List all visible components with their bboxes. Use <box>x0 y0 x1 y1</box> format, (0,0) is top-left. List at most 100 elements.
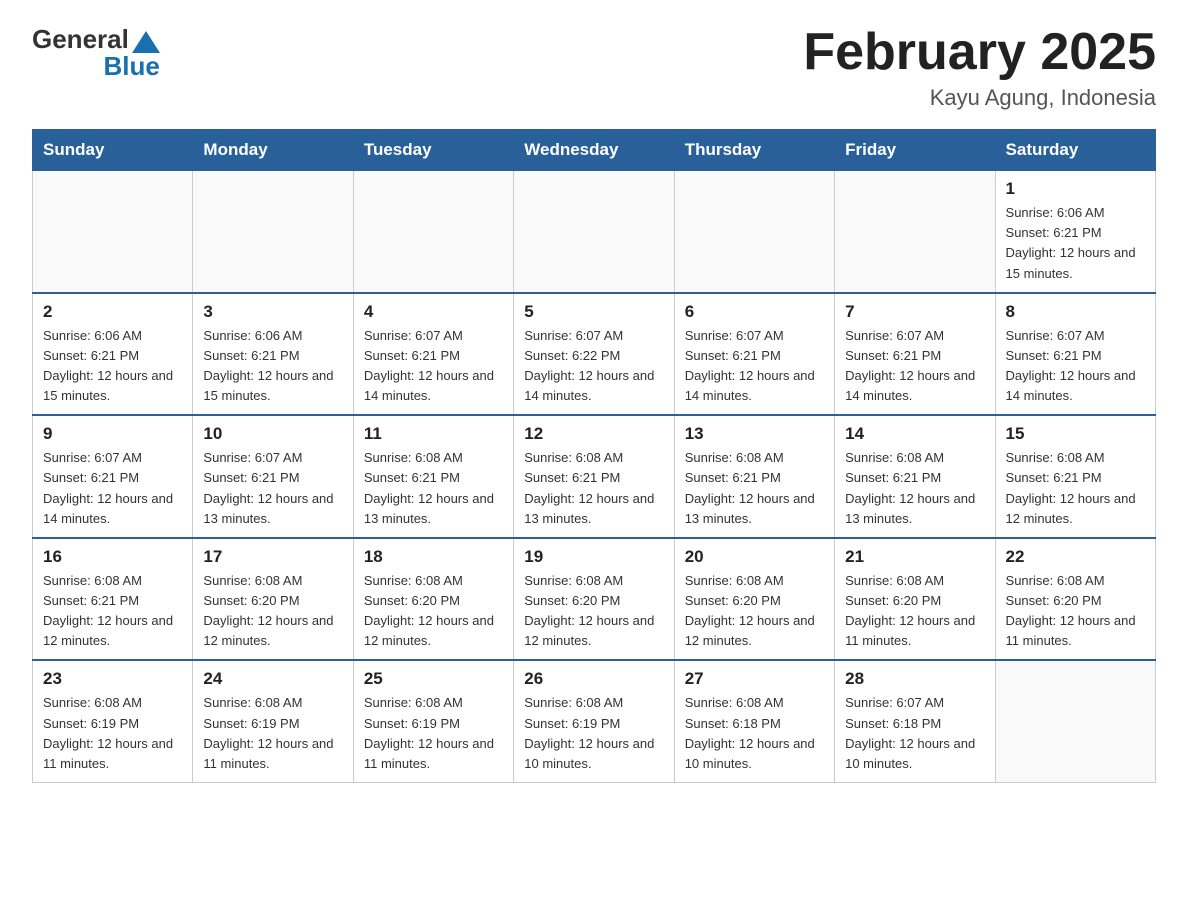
day-info: Sunrise: 6:07 AM Sunset: 6:18 PM Dayligh… <box>845 693 984 774</box>
day-number: 6 <box>685 302 824 322</box>
calendar-cell: 6 Sunrise: 6:07 AM Sunset: 6:21 PM Daylig… <box>674 293 834 416</box>
day-info: Sunrise: 6:08 AM Sunset: 6:20 PM Dayligh… <box>845 571 984 652</box>
day-info: Sunrise: 6:08 AM Sunset: 6:20 PM Dayligh… <box>1006 571 1145 652</box>
calendar-cell: 25 Sunrise: 6:08 AM Sunset: 6:19 PM Dayli… <box>353 660 513 782</box>
day-number: 23 <box>43 669 182 689</box>
day-number: 25 <box>364 669 503 689</box>
day-info: Sunrise: 6:08 AM Sunset: 6:19 PM Dayligh… <box>364 693 503 774</box>
calendar-cell: 20 Sunrise: 6:08 AM Sunset: 6:20 PM Dayli… <box>674 538 834 661</box>
calendar-cell: 14 Sunrise: 6:08 AM Sunset: 6:21 PM Dayli… <box>835 415 995 538</box>
header: General Blue February 2025 Kayu Agung, I… <box>32 24 1156 111</box>
weekday-header-monday: Monday <box>193 130 353 171</box>
day-number: 2 <box>43 302 182 322</box>
calendar-cell: 12 Sunrise: 6:08 AM Sunset: 6:21 PM Dayli… <box>514 415 674 538</box>
calendar-title: February 2025 <box>803 24 1156 81</box>
day-number: 7 <box>845 302 984 322</box>
logo-blue-text: Blue <box>103 51 159 82</box>
calendar-cell: 4Sunrise: 6:07 AM Sunset: 6:21 PM Daylig… <box>353 293 513 416</box>
calendar-cell <box>193 171 353 293</box>
day-number: 21 <box>845 547 984 567</box>
day-info: Sunrise: 6:07 AM Sunset: 6:22 PM Dayligh… <box>524 326 663 407</box>
calendar-table: SundayMondayTuesdayWednesdayThursdayFrid… <box>32 129 1156 783</box>
calendar-cell: 10 Sunrise: 6:07 AM Sunset: 6:21 PM Dayli… <box>193 415 353 538</box>
calendar-cell <box>514 171 674 293</box>
calendar-cell <box>353 171 513 293</box>
day-number: 24 <box>203 669 342 689</box>
day-number: 11 <box>364 424 503 444</box>
calendar-cell: 21 Sunrise: 6:08 AM Sunset: 6:20 PM Dayli… <box>835 538 995 661</box>
day-info: Sunrise: 6:08 AM Sunset: 6:19 PM Dayligh… <box>524 693 663 774</box>
day-info: Sunrise: 6:08 AM Sunset: 6:21 PM Dayligh… <box>524 448 663 529</box>
day-info: Sunrise: 6:06 AM Sunset: 6:21 PM Dayligh… <box>1006 203 1145 284</box>
weekday-header-thursday: Thursday <box>674 130 834 171</box>
weekday-header-wednesday: Wednesday <box>514 130 674 171</box>
day-info: Sunrise: 6:07 AM Sunset: 6:21 PM Dayligh… <box>685 326 824 407</box>
calendar-cell: 15Sunrise: 6:08 AM Sunset: 6:21 PM Dayli… <box>995 415 1155 538</box>
weekday-header-sunday: Sunday <box>33 130 193 171</box>
day-number: 9 <box>43 424 182 444</box>
day-number: 4 <box>364 302 503 322</box>
calendar-subtitle: Kayu Agung, Indonesia <box>803 85 1156 111</box>
title-area: February 2025 Kayu Agung, Indonesia <box>803 24 1156 111</box>
calendar-cell: 8Sunrise: 6:07 AM Sunset: 6:21 PM Daylig… <box>995 293 1155 416</box>
day-info: Sunrise: 6:08 AM Sunset: 6:20 PM Dayligh… <box>364 571 503 652</box>
calendar-cell: 1 Sunrise: 6:06 AM Sunset: 6:21 PM Daylig… <box>995 171 1155 293</box>
week-row-3: 9 Sunrise: 6:07 AM Sunset: 6:21 PM Daylig… <box>33 415 1156 538</box>
week-row-2: 2 Sunrise: 6:06 AM Sunset: 6:21 PM Daylig… <box>33 293 1156 416</box>
day-info: Sunrise: 6:07 AM Sunset: 6:21 PM Dayligh… <box>1006 326 1145 407</box>
weekday-header-row: SundayMondayTuesdayWednesdayThursdayFrid… <box>33 130 1156 171</box>
day-info: Sunrise: 6:07 AM Sunset: 6:21 PM Dayligh… <box>845 326 984 407</box>
day-info: Sunrise: 6:08 AM Sunset: 6:21 PM Dayligh… <box>43 571 182 652</box>
calendar-cell: 22 Sunrise: 6:08 AM Sunset: 6:20 PM Dayli… <box>995 538 1155 661</box>
day-info: Sunrise: 6:08 AM Sunset: 6:20 PM Dayligh… <box>524 571 663 652</box>
calendar-cell: 26Sunrise: 6:08 AM Sunset: 6:19 PM Dayli… <box>514 660 674 782</box>
day-number: 14 <box>845 424 984 444</box>
day-info: Sunrise: 6:08 AM Sunset: 6:21 PM Dayligh… <box>1006 448 1145 529</box>
day-info: Sunrise: 6:08 AM Sunset: 6:20 PM Dayligh… <box>203 571 342 652</box>
week-row-1: 1 Sunrise: 6:06 AM Sunset: 6:21 PM Daylig… <box>33 171 1156 293</box>
day-number: 1 <box>1006 179 1145 199</box>
day-info: Sunrise: 6:07 AM Sunset: 6:21 PM Dayligh… <box>203 448 342 529</box>
day-info: Sunrise: 6:06 AM Sunset: 6:21 PM Dayligh… <box>203 326 342 407</box>
day-number: 13 <box>685 424 824 444</box>
day-info: Sunrise: 6:08 AM Sunset: 6:21 PM Dayligh… <box>685 448 824 529</box>
calendar-cell: 3 Sunrise: 6:06 AM Sunset: 6:21 PM Daylig… <box>193 293 353 416</box>
week-row-4: 16 Sunrise: 6:08 AM Sunset: 6:21 PM Dayli… <box>33 538 1156 661</box>
day-number: 3 <box>203 302 342 322</box>
weekday-header-tuesday: Tuesday <box>353 130 513 171</box>
day-info: Sunrise: 6:08 AM Sunset: 6:21 PM Dayligh… <box>364 448 503 529</box>
calendar-cell: 16 Sunrise: 6:08 AM Sunset: 6:21 PM Dayli… <box>33 538 193 661</box>
day-info: Sunrise: 6:07 AM Sunset: 6:21 PM Dayligh… <box>43 448 182 529</box>
calendar-cell: 11 Sunrise: 6:08 AM Sunset: 6:21 PM Dayli… <box>353 415 513 538</box>
day-number: 28 <box>845 669 984 689</box>
calendar-cell: 9 Sunrise: 6:07 AM Sunset: 6:21 PM Daylig… <box>33 415 193 538</box>
calendar-cell: 18Sunrise: 6:08 AM Sunset: 6:20 PM Dayli… <box>353 538 513 661</box>
day-info: Sunrise: 6:08 AM Sunset: 6:21 PM Dayligh… <box>845 448 984 529</box>
calendar-cell: 23Sunrise: 6:08 AM Sunset: 6:19 PM Dayli… <box>33 660 193 782</box>
logo: General Blue <box>32 24 160 82</box>
day-number: 19 <box>524 547 663 567</box>
day-number: 20 <box>685 547 824 567</box>
calendar-cell: 28 Sunrise: 6:07 AM Sunset: 6:18 PM Dayli… <box>835 660 995 782</box>
day-number: 5 <box>524 302 663 322</box>
calendar-cell: 13 Sunrise: 6:08 AM Sunset: 6:21 PM Dayli… <box>674 415 834 538</box>
day-number: 12 <box>524 424 663 444</box>
calendar-cell <box>995 660 1155 782</box>
day-info: Sunrise: 6:08 AM Sunset: 6:19 PM Dayligh… <box>203 693 342 774</box>
week-row-5: 23 Sunrise: 6:08 AM Sunset: 6:19 PM Dayli… <box>33 660 1156 782</box>
calendar-cell: 19 Sunrise: 6:08 AM Sunset: 6:20 PM Dayli… <box>514 538 674 661</box>
day-number: 27 <box>685 669 824 689</box>
calendar-cell: 17Sunrise: 6:08 AM Sunset: 6:20 PM Dayli… <box>193 538 353 661</box>
day-number: 10 <box>203 424 342 444</box>
day-info: Sunrise: 6:08 AM Sunset: 6:18 PM Dayligh… <box>685 693 824 774</box>
calendar-cell <box>33 171 193 293</box>
calendar-cell: 7 Sunrise: 6:07 AM Sunset: 6:21 PM Daylig… <box>835 293 995 416</box>
calendar-cell <box>835 171 995 293</box>
calendar-cell: 27 Sunrise: 6:08 AM Sunset: 6:18 PM Dayli… <box>674 660 834 782</box>
day-number: 22 <box>1006 547 1145 567</box>
day-number: 16 <box>43 547 182 567</box>
calendar-cell <box>674 171 834 293</box>
calendar-cell: 5 Sunrise: 6:07 AM Sunset: 6:22 PM Daylig… <box>514 293 674 416</box>
day-info: Sunrise: 6:08 AM Sunset: 6:20 PM Dayligh… <box>685 571 824 652</box>
calendar-cell: 2Sunrise: 6:06 AM Sunset: 6:21 PM Daylig… <box>33 293 193 416</box>
